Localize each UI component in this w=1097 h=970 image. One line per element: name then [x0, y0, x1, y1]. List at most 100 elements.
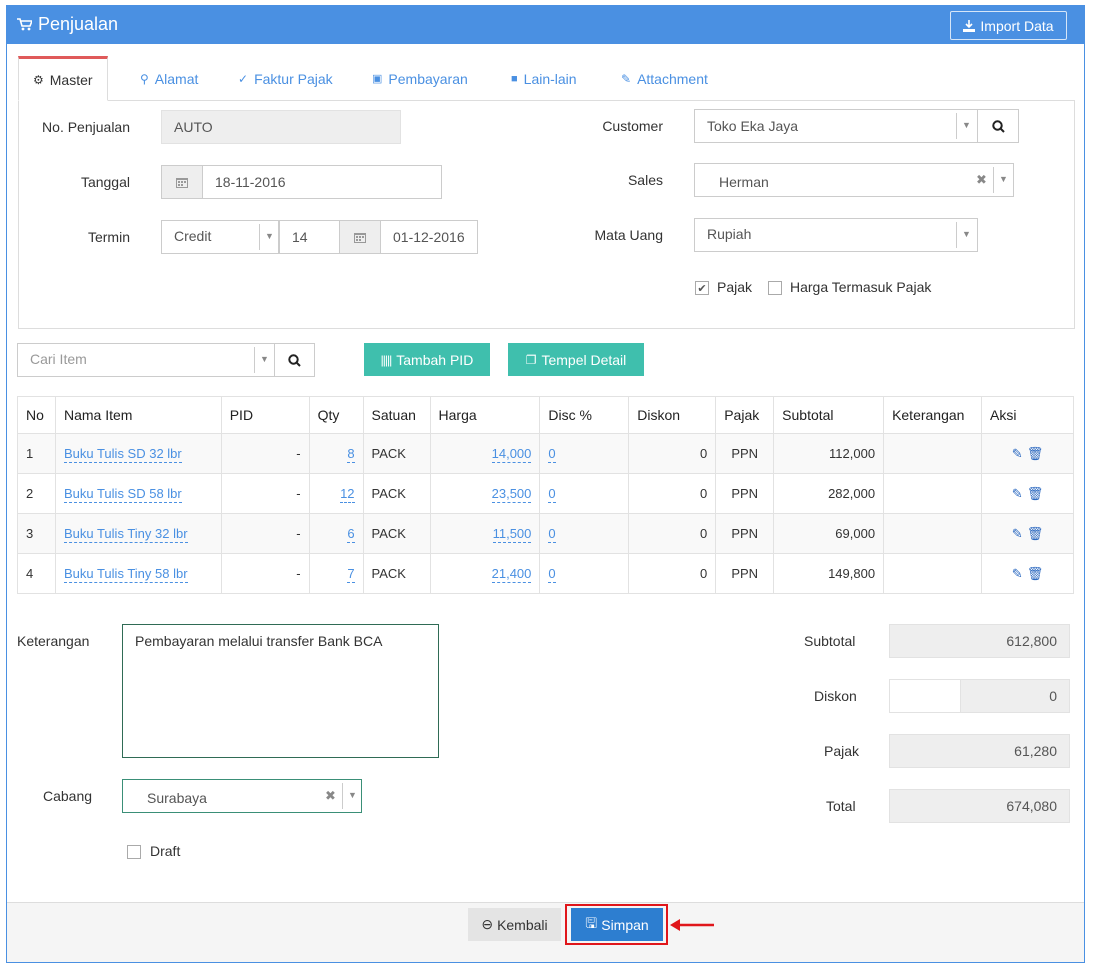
item-name-link[interactable]: Buku Tulis SD 58 lbr	[63, 486, 182, 503]
column-header: Disc %	[539, 396, 630, 434]
table-row: 1 Buku Tulis SD 32 lbr - 8 PACK 14,000 0…	[17, 433, 1074, 474]
row-no: 3	[17, 513, 56, 554]
keterangan-textarea[interactable]: Pembayaran melalui transfer Bank BCA	[122, 624, 439, 758]
search-icon	[991, 119, 1005, 133]
tanggal-input[interactable]: 18-11-2016	[202, 165, 442, 199]
kembali-button[interactable]: ⊖ Kembali	[468, 908, 561, 941]
harga-link[interactable]: 23,500	[491, 486, 532, 503]
subtotal-cell: 112,000	[773, 433, 885, 474]
pajak-link[interactable]: PPN	[731, 446, 758, 461]
tab-master[interactable]: ⚙ Master	[18, 56, 108, 101]
qty-link[interactable]: 8	[347, 446, 355, 463]
pid-cell[interactable]: -	[296, 486, 300, 501]
keterangan-cell	[883, 433, 983, 474]
termin-days-input[interactable]: 14	[279, 220, 340, 254]
chevron-down-icon: ▼	[962, 120, 971, 130]
trash-icon[interactable]: 🗑	[1027, 526, 1044, 542]
check-icon: ✔	[697, 282, 707, 295]
pajak-link[interactable]: PPN	[731, 486, 758, 501]
column-header: Aksi	[981, 396, 1074, 434]
tab-alamat[interactable]: ⚲ Alamat	[140, 56, 198, 101]
keterangan-cell	[883, 553, 983, 594]
tab-faktur-pajak[interactable]: ✓ Faktur Pajak	[238, 56, 333, 101]
satuan-cell: PACK	[362, 473, 431, 514]
import-data-button[interactable]: Import Data	[950, 11, 1067, 40]
qty-link[interactable]: 6	[347, 526, 355, 543]
summary-pajak-label: Pajak	[824, 743, 860, 759]
harga-termasuk-pajak-checkbox[interactable]	[768, 281, 782, 295]
summary-subtotal-label: Subtotal	[804, 633, 856, 649]
trash-icon[interactable]: 🗑	[1027, 446, 1044, 462]
no-penjualan-input[interactable]: AUTO	[161, 110, 401, 144]
clear-icon[interactable]: ✖	[325, 788, 336, 804]
edit-icon[interactable]: ✎	[1012, 446, 1023, 462]
termin-label: Termin	[87, 229, 130, 245]
simpan-button[interactable]: 🖫 Simpan	[571, 908, 663, 941]
row-no: 4	[17, 553, 56, 594]
save-icon: 🖫	[585, 914, 598, 931]
column-header: PID	[220, 396, 310, 434]
draft-checkbox-label: Draft	[150, 843, 181, 859]
tab-master-label: Master	[49, 71, 93, 88]
disc-link[interactable]: 0	[548, 566, 556, 583]
tab-attachment[interactable]: ✎ Attachment	[621, 56, 708, 101]
item-name-link[interactable]: Buku Tulis Tiny 32 lbr	[63, 526, 188, 543]
harga-link[interactable]: 14,000	[491, 446, 532, 463]
sales-value: Herman	[719, 174, 769, 190]
diskon-cell: 0	[628, 433, 717, 474]
mata-uang-value: Rupiah	[707, 226, 752, 242]
satuan-cell: PACK	[362, 553, 431, 594]
column-header: Qty	[308, 396, 364, 434]
disc-link[interactable]: 0	[548, 446, 556, 463]
customer-search-button[interactable]	[977, 109, 1019, 143]
cari-item-select[interactable]: Cari Item	[17, 343, 275, 377]
panel-header: Penjualan Import Data	[7, 6, 1084, 44]
qty-link[interactable]: 7	[347, 566, 355, 583]
calendar-icon[interactable]	[339, 220, 381, 254]
pid-cell[interactable]: -	[296, 526, 300, 541]
pid-cell[interactable]: -	[296, 446, 300, 461]
calendar-icon[interactable]	[161, 165, 203, 199]
table-header-row: No Nama Item PID Qty Satuan Harga Disc %…	[17, 396, 1074, 434]
tab-lain-lain[interactable]: ■ Lain-lain	[511, 56, 577, 101]
summary-diskon-input[interactable]	[889, 679, 961, 713]
disc-link[interactable]: 0	[548, 486, 556, 503]
pajak-link[interactable]: PPN	[731, 566, 758, 581]
trash-icon[interactable]: 🗑	[1027, 486, 1044, 502]
customer-label: Customer	[602, 118, 663, 134]
paste-icon: ❐	[525, 352, 537, 367]
tab-alamat-label: Alamat	[154, 70, 199, 87]
pajak-link[interactable]: PPN	[731, 526, 758, 541]
search-icon	[288, 353, 301, 367]
pid-cell[interactable]: -	[296, 566, 300, 581]
select-divider	[956, 222, 957, 248]
edit-icon[interactable]: ✎	[1012, 486, 1023, 502]
cari-item-search-button[interactable]	[274, 343, 315, 377]
column-header: No	[17, 396, 56, 434]
draft-checkbox[interactable]	[127, 845, 141, 859]
mata-uang-select[interactable]: Rupiah	[694, 218, 978, 252]
harga-link[interactable]: 21,400	[491, 566, 532, 583]
sales-select[interactable]: Herman	[694, 163, 1014, 197]
simpan-label: Simpan	[601, 916, 649, 933]
summary-pajak-value: 61,280	[1014, 743, 1057, 759]
select-divider	[993, 167, 994, 193]
customer-select[interactable]: Toko Eka Jaya	[694, 109, 978, 143]
disc-link[interactable]: 0	[548, 526, 556, 543]
item-name-link[interactable]: Buku Tulis Tiny 58 lbr	[63, 566, 188, 583]
termin-due-input[interactable]: 01-12-2016	[380, 220, 478, 254]
tab-pembayaran[interactable]: ▣ Pembayaran	[372, 56, 468, 101]
edit-icon[interactable]: ✎	[1012, 566, 1023, 582]
termin-type-select[interactable]: Credit	[161, 220, 279, 254]
harga-link[interactable]: 11,500	[492, 526, 532, 543]
check-circle-icon: ✓	[238, 71, 249, 86]
keterangan-cell	[883, 513, 983, 554]
qty-link[interactable]: 12	[340, 486, 355, 503]
edit-icon[interactable]: ✎	[1012, 526, 1023, 542]
tempel-detail-button[interactable]: ❐ Tempel Detail	[508, 343, 644, 376]
tambah-pid-button[interactable]: ||||| Tambah PID	[364, 343, 490, 376]
trash-icon[interactable]: 🗑	[1027, 566, 1044, 582]
clear-icon[interactable]: ✖	[976, 172, 987, 188]
item-name-link[interactable]: Buku Tulis SD 32 lbr	[63, 446, 182, 463]
pajak-checkbox[interactable]: ✔	[695, 281, 709, 295]
